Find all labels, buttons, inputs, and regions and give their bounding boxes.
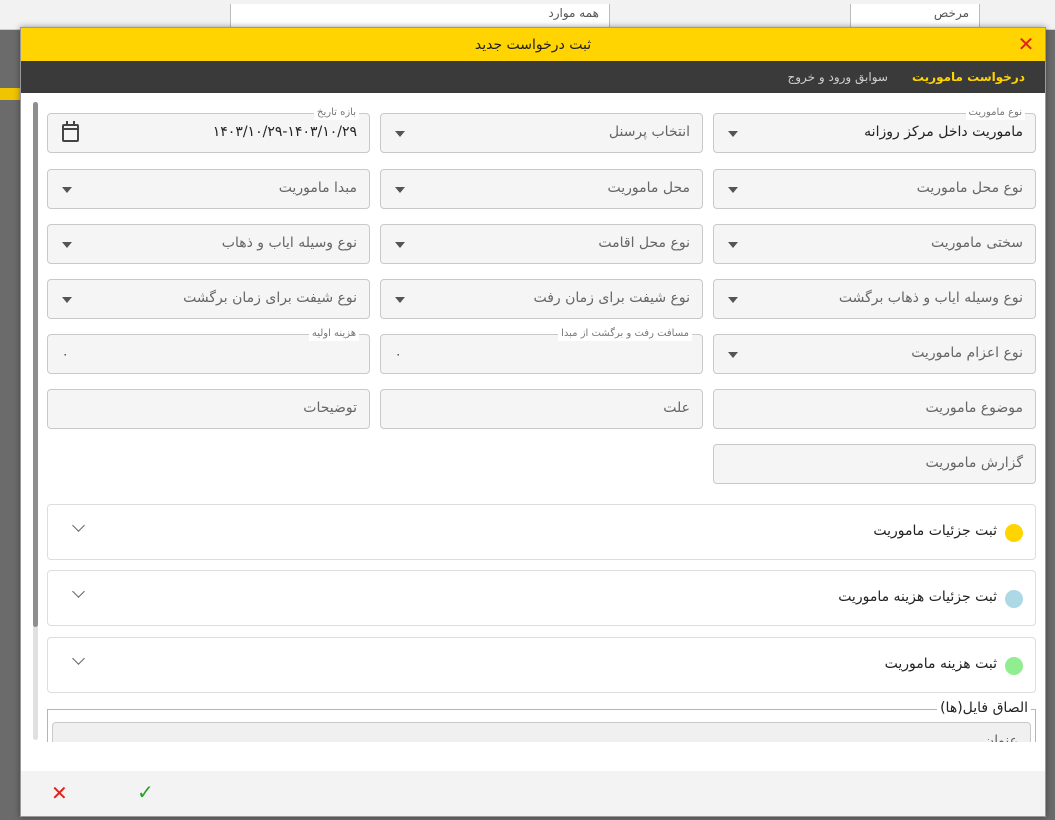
return-shift-type-placeholder: نوع شیفت برای زمان برگشت bbox=[183, 290, 357, 306]
date-range-field[interactable]: بازه تاریخ ۱۴۰۳/۱۰/۲۹-۱۴۰۳/۱۰/۲۹ bbox=[47, 106, 370, 153]
chevron-down-icon bbox=[395, 131, 405, 137]
date-range-value: ۱۴۰۳/۱۰/۲۹-۱۴۰۳/۱۰/۲۹ bbox=[212, 124, 357, 140]
chevron-down-icon[interactable] bbox=[72, 519, 85, 532]
date-range-legend: بازه تاریخ bbox=[314, 106, 359, 120]
backdrop-toolbar: مرخص همه موارد bbox=[0, 0, 1055, 30]
mission-origin-select[interactable]: مبدا ماموریت bbox=[47, 169, 370, 209]
dispatch-type-placeholder: نوع اعزام ماموریت bbox=[911, 345, 1023, 361]
round-trip-distance-input[interactable]: مسافت رفت و برگشت از مبدا ۰ bbox=[380, 327, 703, 374]
confirm-button[interactable]: ✓ bbox=[137, 780, 154, 804]
backdrop-field-filter: همه موارد bbox=[230, 4, 610, 28]
dispatch-type-select[interactable]: نوع اعزام ماموریت bbox=[713, 334, 1036, 374]
attachments-fieldset: الصاق فایل(ها) عنوان bbox=[47, 700, 1036, 742]
dialog-title: ثبت درخواست جدید bbox=[474, 36, 592, 53]
mission-place-placeholder: محل ماموریت bbox=[607, 180, 691, 196]
backdrop-field-status: مرخص bbox=[850, 4, 980, 28]
description-placeholder: توضیحات bbox=[303, 400, 357, 416]
section-mission-cost-title: ثبت هزینه ماموریت bbox=[884, 656, 997, 672]
attachment-title-placeholder: عنوان bbox=[984, 733, 1018, 742]
chevron-down-icon bbox=[728, 187, 738, 193]
chevron-down-icon bbox=[395, 242, 405, 248]
return-transport-type-select[interactable]: نوع وسیله ایاب و ذهاب برگشت bbox=[713, 279, 1036, 319]
chevron-down-icon bbox=[62, 187, 72, 193]
initial-cost-value: ۰ bbox=[62, 347, 69, 361]
transport-type-placeholder: نوع وسیله ایاب و ذهاب bbox=[221, 235, 357, 251]
attachment-title-input[interactable]: عنوان bbox=[52, 722, 1031, 742]
mission-place-type-placeholder: نوع محل ماموریت bbox=[916, 180, 1023, 196]
section-mission-cost-details-title: ثبت جزئیات هزینه ماموریت bbox=[838, 589, 997, 605]
status-dot-icon bbox=[1005, 524, 1023, 542]
section-mission-cost-details[interactable]: ثبت جزئیات هزینه ماموریت bbox=[47, 570, 1036, 626]
departure-shift-type-select[interactable]: نوع شیفت برای زمان رفت bbox=[380, 279, 703, 319]
return-transport-type-placeholder: نوع وسیله ایاب و ذهاب برگشت bbox=[838, 290, 1023, 306]
chevron-down-icon[interactable] bbox=[72, 585, 85, 598]
section-mission-cost[interactable]: ثبت هزینه ماموریت bbox=[47, 637, 1036, 693]
status-dot-icon bbox=[1005, 657, 1023, 675]
form-content: نوع ماموریت ماموریت داخل مرکز روزانه انت… bbox=[31, 100, 1037, 742]
personnel-placeholder: انتخاب پرسنل bbox=[608, 124, 690, 140]
new-request-dialog: ثبت درخواست جدید ✕ درخواست ماموریت سوابق… bbox=[20, 27, 1046, 817]
section-mission-details-title: ثبت جزئیات ماموریت bbox=[873, 523, 997, 539]
chevron-down-icon bbox=[728, 131, 738, 137]
return-shift-type-select[interactable]: نوع شیفت برای زمان برگشت bbox=[47, 279, 370, 319]
personnel-select[interactable]: انتخاب پرسنل bbox=[380, 113, 703, 153]
mission-type-legend: نوع ماموریت bbox=[965, 106, 1025, 120]
reason-placeholder: علت bbox=[663, 400, 690, 416]
status-dot-icon bbox=[1005, 590, 1023, 608]
transport-type-select[interactable]: نوع وسیله ایاب و ذهاب bbox=[47, 224, 370, 264]
chevron-down-icon bbox=[728, 352, 738, 358]
chevron-down-icon[interactable] bbox=[72, 652, 85, 665]
round-trip-distance-value: ۰ bbox=[395, 347, 402, 361]
chevron-down-icon bbox=[395, 297, 405, 303]
section-mission-details[interactable]: ثبت جزئیات ماموریت bbox=[47, 504, 1036, 560]
mission-difficulty-select[interactable]: سختی ماموریت bbox=[713, 224, 1036, 264]
mission-subject-input[interactable]: موضوع ماموریت bbox=[713, 389, 1036, 429]
mission-place-select[interactable]: محل ماموریت bbox=[380, 169, 703, 209]
tab-mission-request[interactable]: درخواست ماموریت bbox=[900, 70, 1037, 84]
reason-input[interactable]: علت bbox=[380, 389, 703, 429]
chevron-down-icon bbox=[62, 242, 72, 248]
calendar-icon[interactable] bbox=[62, 121, 79, 142]
chevron-down-icon bbox=[62, 297, 72, 303]
attachments-legend: الصاق فایل(ها) bbox=[937, 700, 1031, 716]
mission-report-placeholder: گزارش ماموریت bbox=[925, 455, 1023, 471]
chevron-down-icon bbox=[395, 187, 405, 193]
scrollbar-thumb[interactable] bbox=[33, 102, 38, 627]
dialog-titlebar: ثبت درخواست جدید ✕ bbox=[21, 28, 1045, 61]
tab-entry-exit-history[interactable]: سوابق ورود و خروج bbox=[775, 70, 899, 84]
departure-shift-type-placeholder: نوع شیفت برای زمان رفت bbox=[533, 290, 690, 306]
initial-cost-legend: هزینه اولیه bbox=[308, 327, 359, 341]
chevron-down-icon bbox=[728, 242, 738, 248]
dialog-footer: ✕ ✓ bbox=[21, 771, 1045, 816]
tab-bar: درخواست ماموریت سوابق ورود و خروج bbox=[21, 61, 1045, 93]
mission-subject-placeholder: موضوع ماموریت bbox=[925, 400, 1023, 416]
mission-type-select[interactable]: نوع ماموریت ماموریت داخل مرکز روزانه bbox=[713, 106, 1036, 153]
description-input[interactable]: توضیحات bbox=[47, 389, 370, 429]
backdrop-field-filter-text: همه موارد bbox=[548, 6, 599, 20]
mission-report-input[interactable]: گزارش ماموریت bbox=[713, 444, 1036, 484]
initial-cost-input[interactable]: هزینه اولیه ۰ bbox=[47, 327, 370, 374]
mission-origin-placeholder: مبدا ماموریت bbox=[278, 180, 357, 196]
backdrop-field-status-text: مرخص bbox=[933, 6, 969, 20]
cancel-button[interactable]: ✕ bbox=[51, 781, 68, 805]
chevron-down-icon bbox=[728, 297, 738, 303]
residence-type-select[interactable]: نوع محل اقامت bbox=[380, 224, 703, 264]
mission-place-type-select[interactable]: نوع محل ماموریت bbox=[713, 169, 1036, 209]
backdrop-accent bbox=[0, 88, 22, 100]
round-trip-distance-legend: مسافت رفت و برگشت از مبدا bbox=[558, 327, 692, 341]
mission-difficulty-placeholder: سختی ماموریت bbox=[930, 235, 1023, 251]
close-icon[interactable]: ✕ bbox=[1015, 33, 1037, 55]
mission-type-value: ماموریت داخل مرکز روزانه bbox=[864, 124, 1023, 140]
residence-type-placeholder: نوع محل اقامت bbox=[598, 235, 690, 251]
